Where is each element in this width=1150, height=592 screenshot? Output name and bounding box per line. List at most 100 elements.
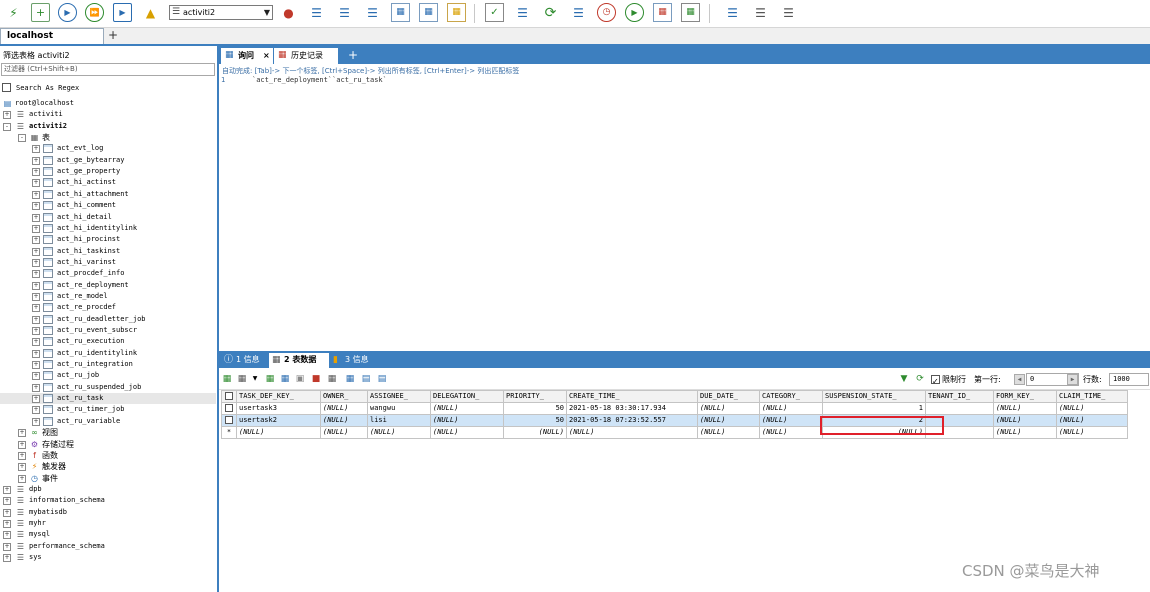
row-checkbox[interactable] (225, 416, 233, 424)
row-checkbox[interactable] (225, 404, 233, 412)
tree-item[interactable]: + act_hi_actinst (0, 177, 216, 188)
expand-icon[interactable]: + (32, 327, 40, 335)
user-manager-icon[interactable]: ● (279, 3, 298, 22)
expand-icon[interactable]: + (3, 531, 11, 540)
tree-item[interactable]: + act_evt_log (0, 143, 216, 154)
tree-item[interactable]: + ☰ dpb (0, 484, 216, 495)
expand-icon[interactable]: + (3, 508, 11, 517)
column-header[interactable]: OWNER_ (320, 390, 368, 403)
column-header[interactable]: CREATE_TIME_ (566, 390, 698, 403)
expand-icon[interactable]: + (3, 485, 11, 494)
tree-item[interactable]: + act_ru_event_subscr (0, 325, 216, 336)
grid-cell[interactable]: (NULL) (430, 426, 504, 439)
new-connection-icon[interactable]: ⚡ (4, 3, 23, 22)
column-header[interactable]: TENANT_ID_ (925, 390, 994, 403)
row-select-cell[interactable] (221, 402, 237, 415)
grid-cell[interactable]: (NULL) (430, 414, 504, 427)
expand-icon[interactable]: + (32, 349, 40, 358)
expand-icon[interactable]: + (32, 190, 40, 199)
tab-info-1[interactable]: ⓘ 1 信息 (221, 353, 267, 368)
row-menu-icon[interactable]: ▦ (236, 373, 248, 385)
grid-cell[interactable]: 2021-05-18 03:30:17.934 (566, 402, 698, 415)
tree-item[interactable]: + ◷ 事件 (0, 473, 216, 484)
expand-icon[interactable]: + (18, 463, 26, 472)
grid-cell[interactable] (925, 402, 994, 415)
column-header[interactable]: DUE_DATE_ (697, 390, 760, 403)
expand-icon[interactable]: + (32, 247, 40, 256)
rows-count-input[interactable]: 1000 (1109, 373, 1149, 386)
add-query-tab-button[interactable]: + (348, 47, 358, 63)
chevron-down-icon[interactable]: ▼ (249, 373, 261, 385)
grid-cell[interactable]: (NULL) (697, 414, 760, 427)
sync-data-icon[interactable]: ☰ (513, 3, 532, 22)
new-row-marker[interactable]: * (221, 426, 237, 439)
delete-row-icon[interactable]: ■ (310, 373, 322, 385)
column-header[interactable]: FORM_KEY_ (993, 390, 1057, 403)
grid-cell[interactable]: (NULL) (367, 426, 431, 439)
tab-table-data[interactable]: ▦ 2 表数据 (269, 353, 329, 368)
grid-cell[interactable]: 1 (822, 402, 926, 415)
db-sync-icon[interactable]: ☰ (723, 3, 742, 22)
expand-icon[interactable]: + (32, 338, 40, 347)
new-query-icon[interactable]: + (31, 3, 50, 22)
insert-row-icon[interactable]: ▦ (221, 373, 233, 385)
grid-cell[interactable]: usertask2 (236, 414, 321, 427)
tree-item[interactable]: ▤ root@localhost (0, 98, 216, 109)
expand-icon[interactable]: + (32, 213, 40, 222)
tree-item[interactable]: + f 函数 (0, 450, 216, 461)
tree-item[interactable]: + ☰ sys (0, 552, 216, 563)
expand-icon[interactable]: + (32, 168, 40, 177)
expand-icon[interactable]: + (18, 451, 26, 460)
expand-icon[interactable]: + (32, 383, 40, 392)
expand-icon[interactable]: + (32, 292, 40, 301)
grid-cell[interactable]: wangwu (367, 402, 431, 415)
grid-cell[interactable]: 50 (503, 402, 567, 415)
expand-icon[interactable]: + (32, 202, 40, 211)
tree-item[interactable]: + act_ru_variable (0, 416, 216, 427)
grid-cell[interactable]: (NULL) (759, 426, 823, 439)
export-icon[interactable]: ▦ (419, 3, 438, 22)
save-icon[interactable]: ▣ (294, 373, 306, 385)
collapse-icon[interactable]: - (18, 134, 26, 143)
tree-item[interactable]: + act_ge_property (0, 166, 216, 177)
grid-cell[interactable]: lisi (367, 414, 431, 427)
run-all-icon[interactable]: ⏩ (85, 3, 104, 22)
tree-item[interactable]: + ☰ performance_schema (0, 541, 216, 552)
grid-cell[interactable]: (NULL) (503, 426, 567, 439)
tree-item[interactable]: + act_procdef_info (0, 268, 216, 279)
refresh-grid-icon[interactable]: ▦ (326, 373, 338, 385)
db-import-icon[interactable]: ☰ (751, 3, 770, 22)
backup-icon[interactable]: ☰ (569, 3, 588, 22)
create-database-icon[interactable]: ☰ (307, 3, 326, 22)
tab-query[interactable]: ▦ 询问 × (221, 48, 273, 64)
column-header[interactable]: DELEGATION_ (430, 390, 504, 403)
close-tab-icon[interactable]: × (263, 48, 270, 63)
expand-icon[interactable]: + (32, 372, 40, 381)
expand-icon[interactable]: + (32, 270, 40, 279)
tree-item[interactable]: + act_re_deployment (0, 280, 216, 291)
expand-icon[interactable]: + (18, 474, 26, 483)
table-row[interactable]: * (NULL) (NULL) (NULL) (NULL) (NULL) (NULL) (NU… (221, 426, 1128, 439)
db-export-icon[interactable]: ☰ (779, 3, 798, 22)
expand-icon[interactable]: + (3, 111, 11, 120)
tree-item[interactable]: + act_hi_detail (0, 212, 216, 223)
column-header[interactable]: ASSIGNEE_ (367, 390, 431, 403)
tree-item[interactable]: + act_ru_deadletter_job (0, 314, 216, 325)
tree-item[interactable]: + act_hi_taskinst (0, 246, 216, 257)
add-row-icon[interactable]: ▦ (264, 373, 276, 385)
table-filter-input[interactable]: 过滤器 (Ctrl+Shift+B) (1, 63, 215, 76)
grid-cell[interactable]: 50 (503, 414, 567, 427)
history-icon[interactable]: ▶ (625, 3, 644, 22)
grid-cell[interactable]: (NULL) (1056, 426, 1128, 439)
expand-icon[interactable]: + (3, 554, 11, 562)
tree-item[interactable]: - ▦ 表 (0, 132, 216, 143)
grid-cell[interactable]: (NULL) (320, 426, 368, 439)
refresh-icon[interactable]: ⟳ (541, 3, 560, 22)
tree-item[interactable]: + ⚙ 存储过程 (0, 439, 216, 450)
tree-item[interactable]: + act_re_procdef (0, 302, 216, 313)
select-all-cell[interactable] (221, 390, 237, 403)
expand-icon[interactable]: + (32, 281, 40, 290)
expand-icon[interactable]: + (32, 395, 40, 404)
tree-item[interactable]: + ⚡ 触发器 (0, 461, 216, 472)
tree-item[interactable]: + act_ru_suspended_job (0, 382, 216, 393)
